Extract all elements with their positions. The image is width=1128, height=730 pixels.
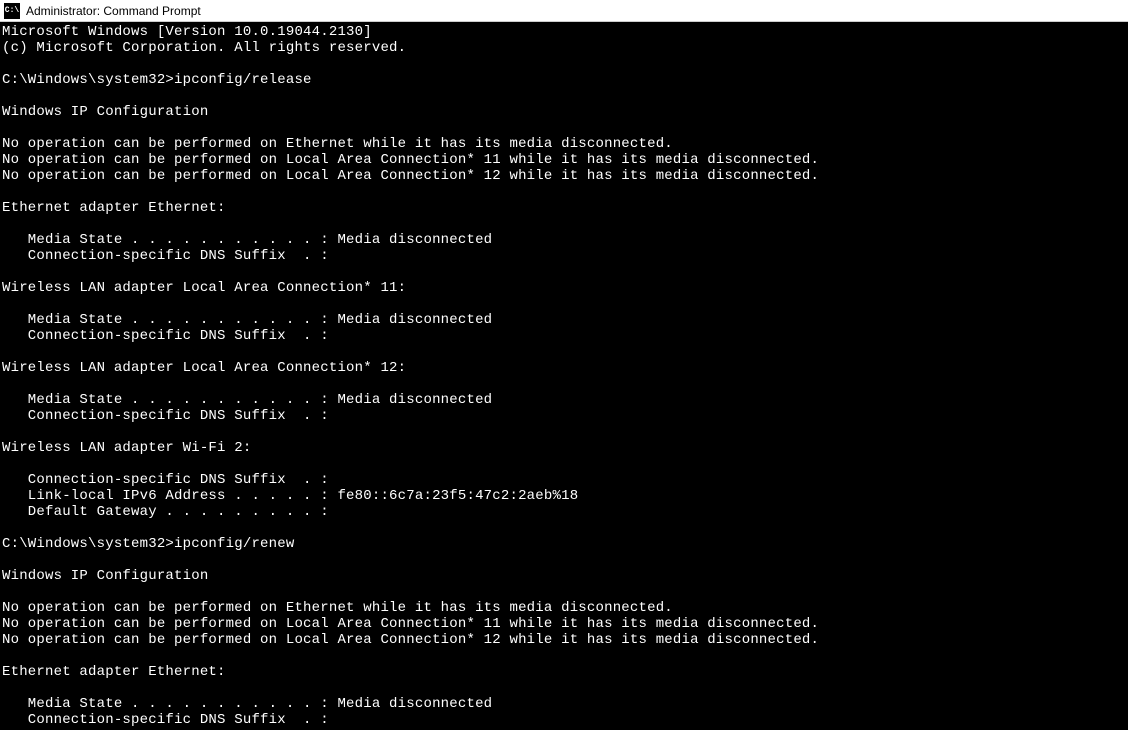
terminal-line (2, 376, 1126, 392)
terminal-line: Media State . . . . . . . . . . . : Medi… (2, 312, 1126, 328)
terminal-line (2, 296, 1126, 312)
terminal-line: Ethernet adapter Ethernet: (2, 664, 1126, 680)
terminal-line (2, 88, 1126, 104)
terminal-line: No operation can be performed on Etherne… (2, 600, 1126, 616)
terminal-line (2, 344, 1126, 360)
terminal-line (2, 456, 1126, 472)
window-title: Administrator: Command Prompt (26, 4, 201, 18)
terminal-line (2, 264, 1126, 280)
terminal-line: Connection-specific DNS Suffix . : (2, 328, 1126, 344)
terminal-line: Connection-specific DNS Suffix . : (2, 712, 1126, 728)
terminal-line: Connection-specific DNS Suffix . : (2, 408, 1126, 424)
terminal-line: Default Gateway . . . . . . . . . : (2, 504, 1126, 520)
terminal-line (2, 56, 1126, 72)
terminal-line: C:\Windows\system32>ipconfig/renew (2, 536, 1126, 552)
terminal-line: Wireless LAN adapter Local Area Connecti… (2, 280, 1126, 296)
terminal-line: Media State . . . . . . . . . . . : Medi… (2, 232, 1126, 248)
terminal-line: Ethernet adapter Ethernet: (2, 200, 1126, 216)
cmd-icon: C:\ (4, 3, 20, 19)
terminal-line: Windows IP Configuration (2, 104, 1126, 120)
terminal-line: Windows IP Configuration (2, 568, 1126, 584)
terminal-line: Media State . . . . . . . . . . . : Medi… (2, 696, 1126, 712)
terminal-output[interactable]: Microsoft Windows [Version 10.0.19044.21… (0, 22, 1128, 730)
terminal-line: No operation can be performed on Etherne… (2, 136, 1126, 152)
terminal-line: (c) Microsoft Corporation. All rights re… (2, 40, 1126, 56)
terminal-line (2, 552, 1126, 568)
terminal-line: C:\Windows\system32>ipconfig/release (2, 72, 1126, 88)
terminal-line (2, 584, 1126, 600)
terminal-line (2, 216, 1126, 232)
terminal-line: Wireless LAN adapter Wi-Fi 2: (2, 440, 1126, 456)
terminal-line: Link-local IPv6 Address . . . . . : fe80… (2, 488, 1126, 504)
terminal-line (2, 120, 1126, 136)
window-title-bar[interactable]: C:\ Administrator: Command Prompt (0, 0, 1128, 22)
terminal-line: Media State . . . . . . . . . . . : Medi… (2, 392, 1126, 408)
terminal-line: No operation can be performed on Local A… (2, 632, 1126, 648)
terminal-line: Microsoft Windows [Version 10.0.19044.21… (2, 24, 1126, 40)
terminal-line (2, 680, 1126, 696)
terminal-line (2, 520, 1126, 536)
terminal-line: No operation can be performed on Local A… (2, 168, 1126, 184)
terminal-line: Wireless LAN adapter Local Area Connecti… (2, 360, 1126, 376)
terminal-line (2, 184, 1126, 200)
terminal-line: No operation can be performed on Local A… (2, 616, 1126, 632)
terminal-line: Connection-specific DNS Suffix . : (2, 248, 1126, 264)
terminal-line: Connection-specific DNS Suffix . : (2, 472, 1126, 488)
terminal-line: No operation can be performed on Local A… (2, 152, 1126, 168)
terminal-line (2, 648, 1126, 664)
terminal-line (2, 424, 1126, 440)
